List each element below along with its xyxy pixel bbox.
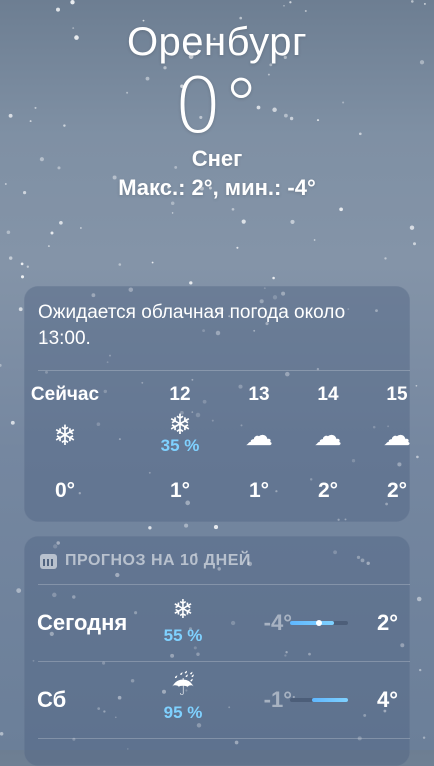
snowflake-particle xyxy=(148,526,152,530)
snowflake-particle xyxy=(8,256,13,260)
snowflake-particle xyxy=(241,219,246,224)
temperature-range-fill xyxy=(290,621,334,625)
cloud-rain-icon: ☔ xyxy=(171,671,195,701)
divider xyxy=(38,370,410,371)
snowflake-particle xyxy=(313,239,316,241)
snowflake-particle xyxy=(70,0,75,5)
ten-day-header: ПРОГНОЗ НА 10 ДНЕЙ xyxy=(40,550,251,572)
temperature-range-bar xyxy=(290,620,348,626)
snowflake-particle xyxy=(419,668,422,672)
precipitation-chance: 35 % xyxy=(160,436,200,455)
day-name: Сегодня xyxy=(37,610,128,635)
snowflake-particle xyxy=(50,231,54,235)
snowflake-particle xyxy=(18,307,23,312)
snowflake-particle xyxy=(283,4,285,7)
snowflake-particle xyxy=(213,525,219,530)
snowflake-particle xyxy=(289,1,292,4)
cloud-icon: ☁ xyxy=(245,420,273,451)
hour-label: 14 xyxy=(317,384,339,405)
snowflake-particle xyxy=(118,263,122,266)
high-temperature: 2° xyxy=(376,610,398,635)
snowflake-particle xyxy=(410,0,414,3)
temperature-range-fill xyxy=(311,698,348,702)
snowflake-particle xyxy=(339,207,343,212)
snowflake-particle xyxy=(20,275,25,279)
hour-temperature: 1° xyxy=(169,479,191,502)
snowflake-particle xyxy=(422,736,426,739)
weather-condition: Снег xyxy=(191,146,243,171)
hour-item-now: Сейчас ❄ 0° xyxy=(25,384,105,502)
day-name: Сб xyxy=(37,687,67,712)
snowflake-particle xyxy=(184,523,189,528)
snowflake-particle xyxy=(409,225,415,230)
divider xyxy=(38,661,410,662)
snowflake-particle xyxy=(10,420,15,425)
snowflake-particle xyxy=(189,281,193,285)
snowflake-particle xyxy=(47,245,50,248)
hour-temperature: 2° xyxy=(317,479,339,502)
snowflake-particle xyxy=(384,257,387,260)
hour-label: 12 xyxy=(169,384,191,405)
snowflake-particle xyxy=(423,2,426,5)
hour-label: 13 xyxy=(248,384,270,405)
snowflake-particle xyxy=(0,363,2,367)
snowflake-particle xyxy=(171,212,174,214)
calendar-icon xyxy=(40,553,57,569)
snowflake-particle xyxy=(304,9,307,13)
divider xyxy=(38,584,410,585)
current-temperature: 0° xyxy=(173,61,261,150)
hour-item-13: 13 ☁ 1° xyxy=(219,384,299,502)
snowflake-particle xyxy=(0,732,4,736)
hourly-forecast-card[interactable]: Ожидается облачная погода около 13:00. С… xyxy=(24,286,410,522)
snowflake-particle xyxy=(416,455,419,459)
cloud-icon: ☁ xyxy=(383,420,410,451)
snowflake-particle xyxy=(236,246,239,249)
snowflake-icon: ❄ xyxy=(168,409,192,440)
snowflake-particle xyxy=(231,207,235,211)
hour-item-15: 15 ☁ 2° xyxy=(357,384,410,502)
ten-day-forecast-card[interactable]: ПРОГНОЗ НА 10 ДНЕЙ Сегодня ❄ 55 % -4° 2°… xyxy=(24,536,410,766)
temperature-range-bar xyxy=(290,698,348,702)
day-row-today[interactable]: Сегодня ❄ 55 % -4° 2° xyxy=(24,586,410,662)
snowflake-particle xyxy=(20,262,24,266)
snowflake-particle xyxy=(56,7,60,12)
snowflake-particle xyxy=(26,265,29,268)
snowflake-icon: ❄ xyxy=(172,594,194,624)
hour-item-12: 12 ❄ 35 % 1° xyxy=(140,384,220,502)
snowflake-particle xyxy=(290,219,295,224)
hour-label: 15 xyxy=(386,384,408,405)
precipitation-chance: 55 % xyxy=(163,626,203,645)
hour-item-14: 14 ☁ 2° xyxy=(288,384,368,502)
snowflake-particle xyxy=(59,220,63,225)
snowflake-particle xyxy=(272,276,275,280)
hour-temperature: 1° xyxy=(248,479,270,502)
snowflake-particle xyxy=(6,230,11,235)
high-temperature: 4° xyxy=(376,687,398,712)
snowflake-particle xyxy=(151,261,154,264)
high-low-temperature: Макс.: 2°, мин.: -4° xyxy=(118,175,316,200)
city-name: Оренбург xyxy=(126,20,308,64)
precipitation-chance: 95 % xyxy=(163,703,203,722)
ten-day-title: ПРОГНОЗ НА 10 ДНЕЙ xyxy=(65,552,251,569)
snowflake-particle xyxy=(16,588,22,593)
cloud-icon: ☁ xyxy=(314,420,342,451)
snowflake-particle xyxy=(170,201,175,205)
snowflake-particle xyxy=(80,227,82,229)
low-temperature: -1° xyxy=(263,687,292,712)
day-row-saturday[interactable]: Сб ☔ 95 % -1° 4° xyxy=(24,663,410,739)
hour-temperature: 0° xyxy=(54,479,76,502)
snowflake-particle xyxy=(413,242,416,246)
snowflake-icon: ❄ xyxy=(53,420,77,451)
forecast-summary: Ожидается облачная погода около 13:00. xyxy=(38,302,346,349)
divider xyxy=(38,738,410,739)
hour-label: Сейчас xyxy=(30,384,100,405)
current-temperature-dot xyxy=(316,620,322,626)
snowflake-particle xyxy=(415,384,418,387)
low-temperature: -4° xyxy=(263,610,292,635)
snowflake-particle xyxy=(416,596,422,602)
hour-temperature: 2° xyxy=(386,479,408,502)
